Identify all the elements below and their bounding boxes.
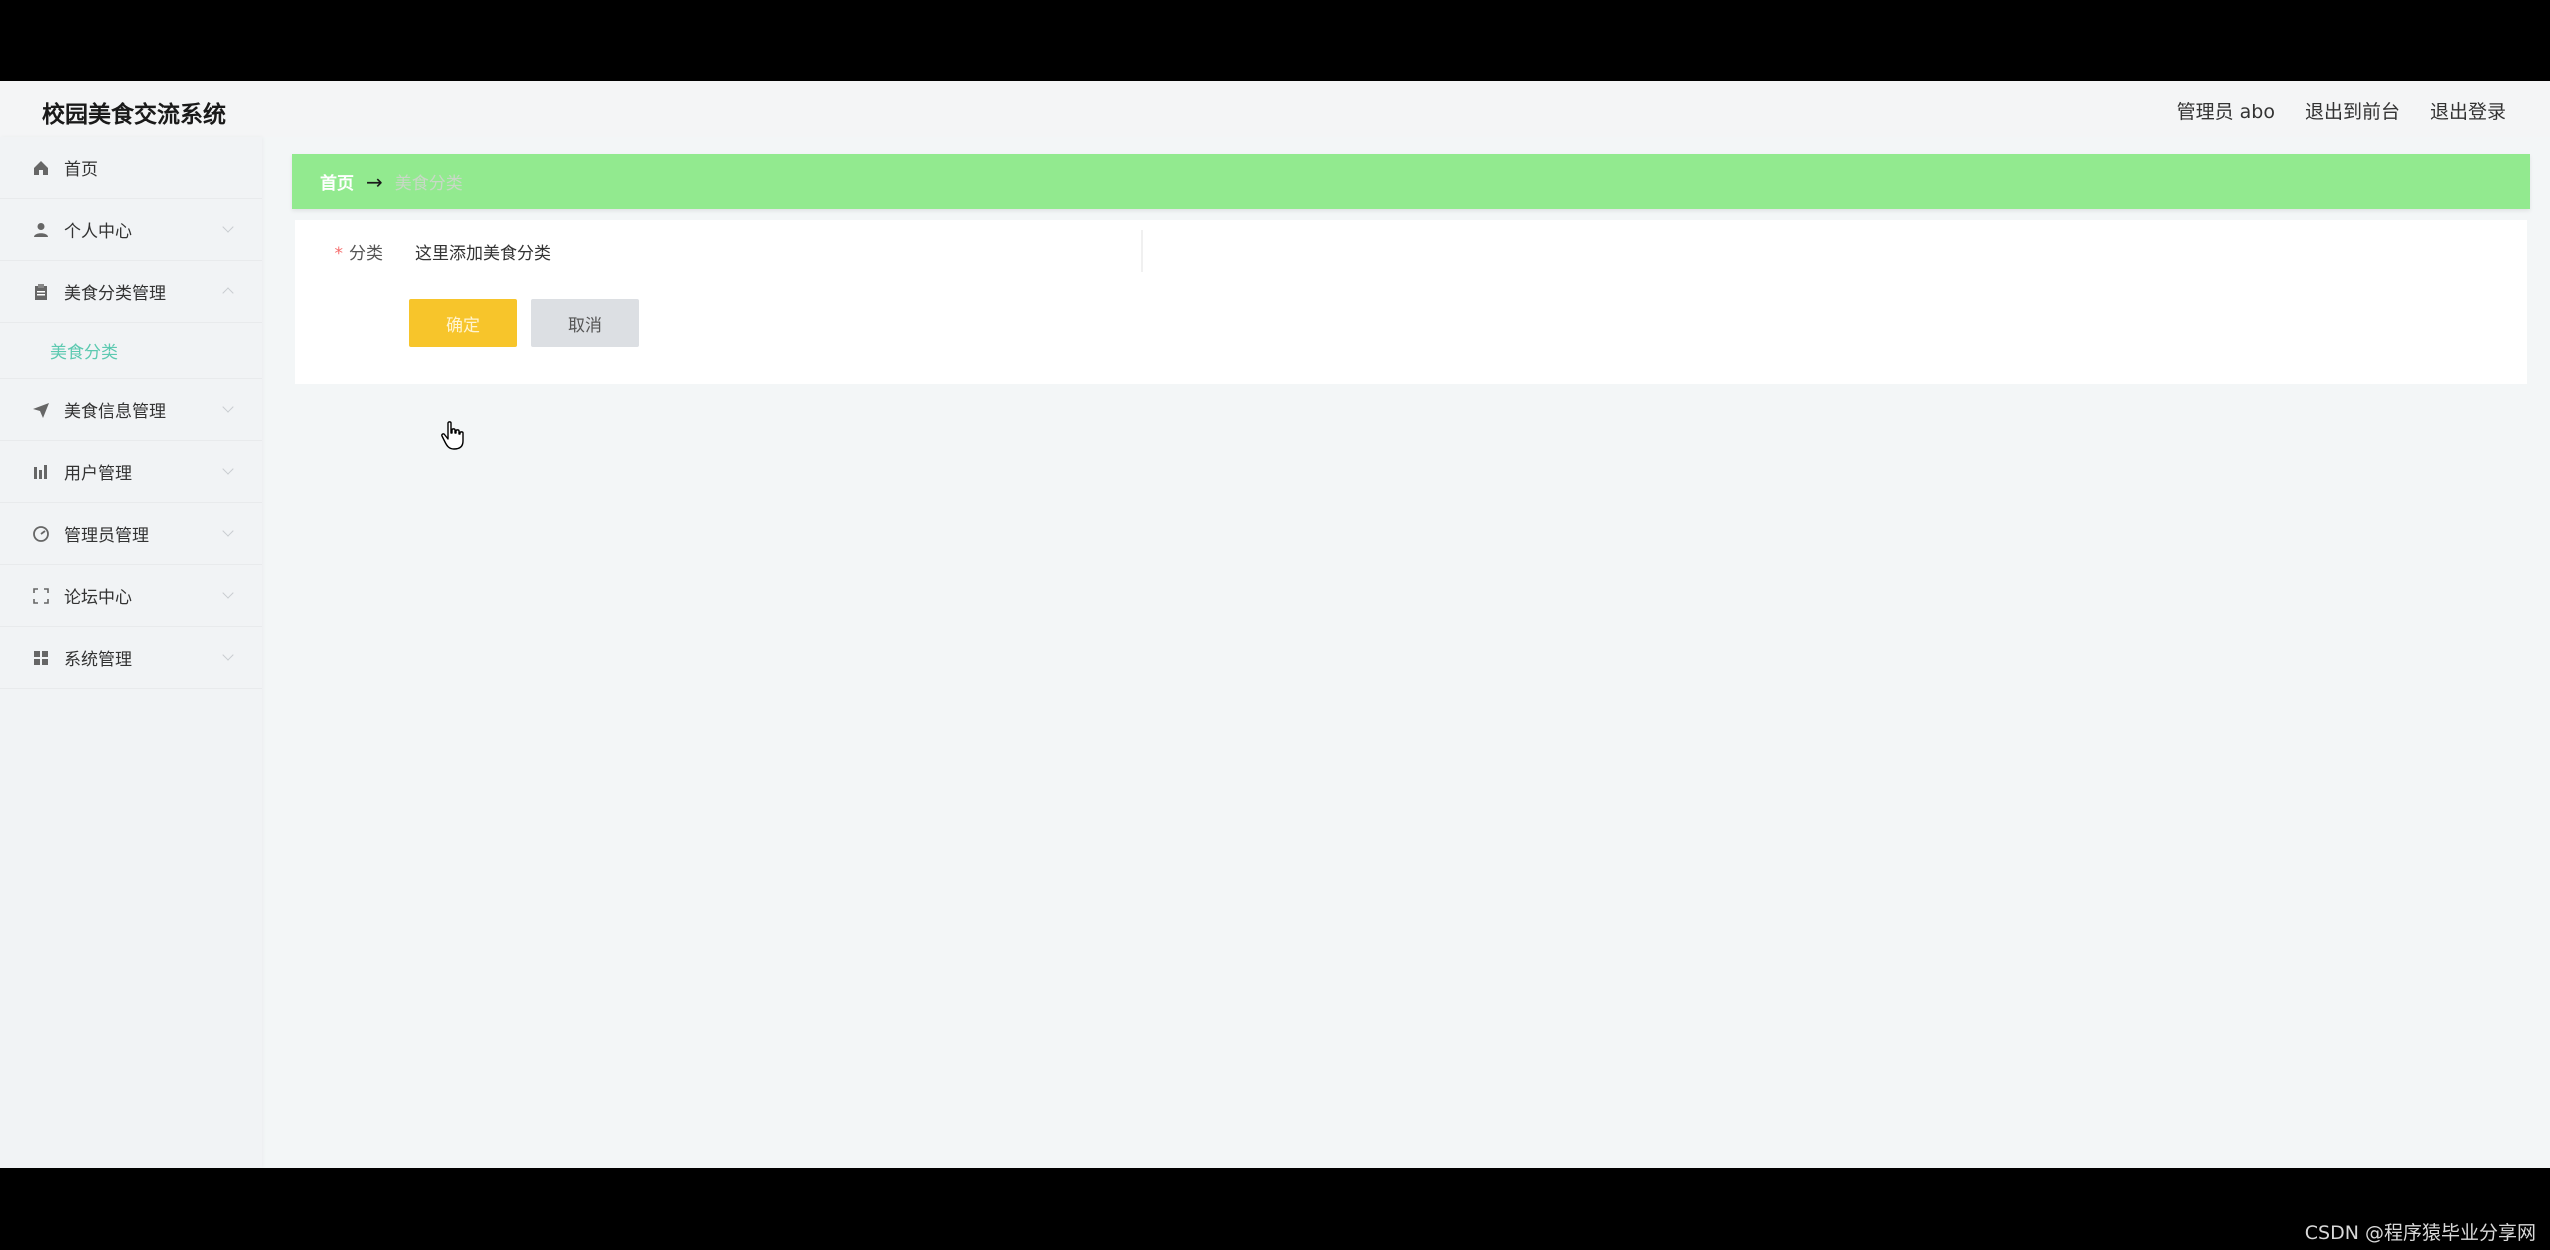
confirm-button[interactable]: 确定: [409, 299, 517, 347]
sidebar-item-label: 系统管理: [64, 650, 132, 670]
sidebar-item-label: 美食信息管理: [64, 402, 166, 422]
breadcrumb-separator: →: [366, 169, 383, 194]
sidebar-item-admin-mgmt[interactable]: 管理员管理: [0, 503, 262, 565]
letterbox-bottom: [0, 1168, 2550, 1250]
sidebar-item-user-mgmt[interactable]: 用户管理: [0, 441, 262, 503]
top-navbar: 校园美食交流系统 管理员 abo 退出到前台 退出登录: [0, 81, 2550, 137]
required-mark: *: [334, 243, 344, 264]
watermark-text: CSDN @程序猿毕业分享网: [2304, 1222, 2536, 1244]
home-icon: [30, 157, 52, 179]
chevron-down-icon: [222, 587, 234, 599]
app-title: 校园美食交流系统: [42, 102, 226, 128]
letterbox-top: [0, 0, 2550, 81]
sidebar-item-label: 美食分类管理: [64, 284, 166, 304]
sidebar-item-label: 管理员管理: [64, 526, 149, 546]
category-form: *分类 确定 取消: [295, 220, 2527, 384]
category-label-text: 分类: [349, 243, 383, 264]
sidebar-item-label: 用户管理: [64, 464, 132, 484]
gauge-icon: [30, 523, 52, 545]
category-input[interactable]: [393, 230, 1143, 272]
sidebar-item-home[interactable]: 首页: [0, 137, 262, 199]
frame-icon: [30, 585, 52, 607]
chevron-down-icon: [222, 463, 234, 475]
sidebar-item-personal-center[interactable]: 个人中心: [0, 199, 262, 261]
user-icon: [30, 219, 52, 241]
breadcrumb: 首页 → 美食分类: [292, 154, 2530, 209]
sidebar-item-food-category-mgmt[interactable]: 美食分类管理: [0, 261, 262, 323]
chevron-down-icon: [222, 525, 234, 537]
breadcrumb-home-link[interactable]: 首页: [320, 169, 354, 194]
clipboard-icon: [30, 281, 52, 303]
bar-chart-icon: [30, 461, 52, 483]
hand-cursor-icon: [440, 421, 466, 455]
chevron-up-icon: [222, 287, 234, 299]
category-field-label: * 分类: [295, 239, 393, 264]
sidebar-item-label: 首页: [64, 160, 98, 180]
sidebar-item-system-mgmt[interactable]: 系统管理: [0, 627, 262, 689]
chevron-down-icon: [222, 649, 234, 661]
sidebar-subitem-food-category[interactable]: 美食分类: [0, 323, 262, 379]
sidebar: 首页 个人中心 美食分类管理 美食分类 美食信息管理 用户管理 管理员管理 论坛…: [0, 137, 262, 1168]
chevron-down-icon: [222, 401, 234, 413]
sidebar-item-forum-center[interactable]: 论坛中心: [0, 565, 262, 627]
sidebar-item-food-info-mgmt[interactable]: 美食信息管理: [0, 379, 262, 441]
breadcrumb-current: 美食分类: [394, 174, 463, 194]
sidebar-item-label: 论坛中心: [64, 588, 132, 608]
app-window: 校园美食交流系统 管理员 abo 退出到前台 退出登录 首页 个人中心 美食分类…: [0, 81, 2550, 1168]
form-row-category: * 分类: [295, 230, 1195, 272]
admin-user-label: 管理员 abo: [2176, 101, 2275, 123]
exit-to-front-link[interactable]: 退出到前台: [2305, 97, 2400, 124]
send-icon: [30, 399, 52, 421]
top-actions: 管理员 abo 退出到前台 退出登录: [2177, 97, 2506, 124]
grid-icon: [30, 647, 52, 669]
cancel-button[interactable]: 取消: [531, 299, 639, 347]
sidebar-item-label: 个人中心: [64, 222, 132, 242]
chevron-down-icon: [222, 221, 234, 233]
logout-link[interactable]: 退出登录: [2430, 97, 2506, 124]
